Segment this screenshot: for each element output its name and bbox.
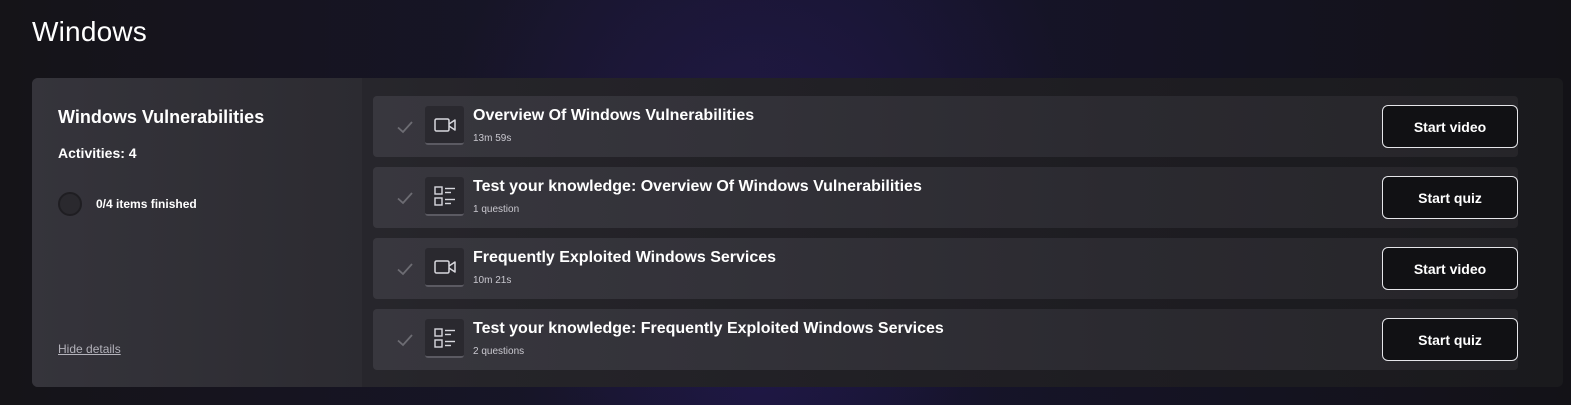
activities-count: Activities: 4 [58,145,137,161]
activity-list: Overview Of Windows Vulnerabilities 13m … [373,96,1518,380]
activity-title: Frequently Exploited Windows Services [473,249,777,266]
quiz-list-icon [425,319,464,358]
module-card: Windows Vulnerabilities Activities: 4 0/… [32,78,1563,387]
checkmark-icon [397,334,413,347]
module-title: Windows Vulnerabilities [58,107,265,127]
hide-details-link[interactable]: Hide details [58,342,121,356]
activity-item: Frequently Exploited Windows Services 10… [373,238,1518,299]
start-video-button[interactable]: Start video [1382,105,1518,148]
activity-item: Overview Of Windows Vulnerabilities 13m … [373,96,1518,157]
quiz-list-icon [425,177,464,216]
start-video-button[interactable]: Start video [1382,247,1518,290]
activity-duration: 10m 21s [473,275,512,286]
activity-title: Test your knowledge: Frequently Exploite… [473,320,944,337]
activity-question-count: 1 question [473,204,520,215]
activity-item: Test your knowledge: Frequently Exploite… [373,309,1518,370]
checkmark-icon [397,192,413,205]
activity-question-count: 2 questions [473,346,525,357]
start-quiz-button[interactable]: Start quiz [1382,318,1518,361]
activity-item: Test your knowledge: Overview Of Windows… [373,167,1518,228]
activity-duration: 13m 59s [473,133,512,144]
progress-text: 0/4 items finished [96,197,197,211]
start-quiz-button[interactable]: Start quiz [1382,176,1518,219]
checkmark-icon [397,121,413,134]
module-details-panel: Windows Vulnerabilities Activities: 4 0/… [32,78,362,387]
progress-indicator: 0/4 items finished [58,192,197,216]
page-title: Windows [32,16,147,47]
checkmark-icon [397,263,413,276]
video-camera-icon [425,248,464,287]
video-camera-icon [425,106,464,145]
activity-title: Test your knowledge: Overview Of Windows… [473,178,922,195]
progress-ring-icon [58,192,82,216]
activity-title: Overview Of Windows Vulnerabilities [473,107,755,124]
